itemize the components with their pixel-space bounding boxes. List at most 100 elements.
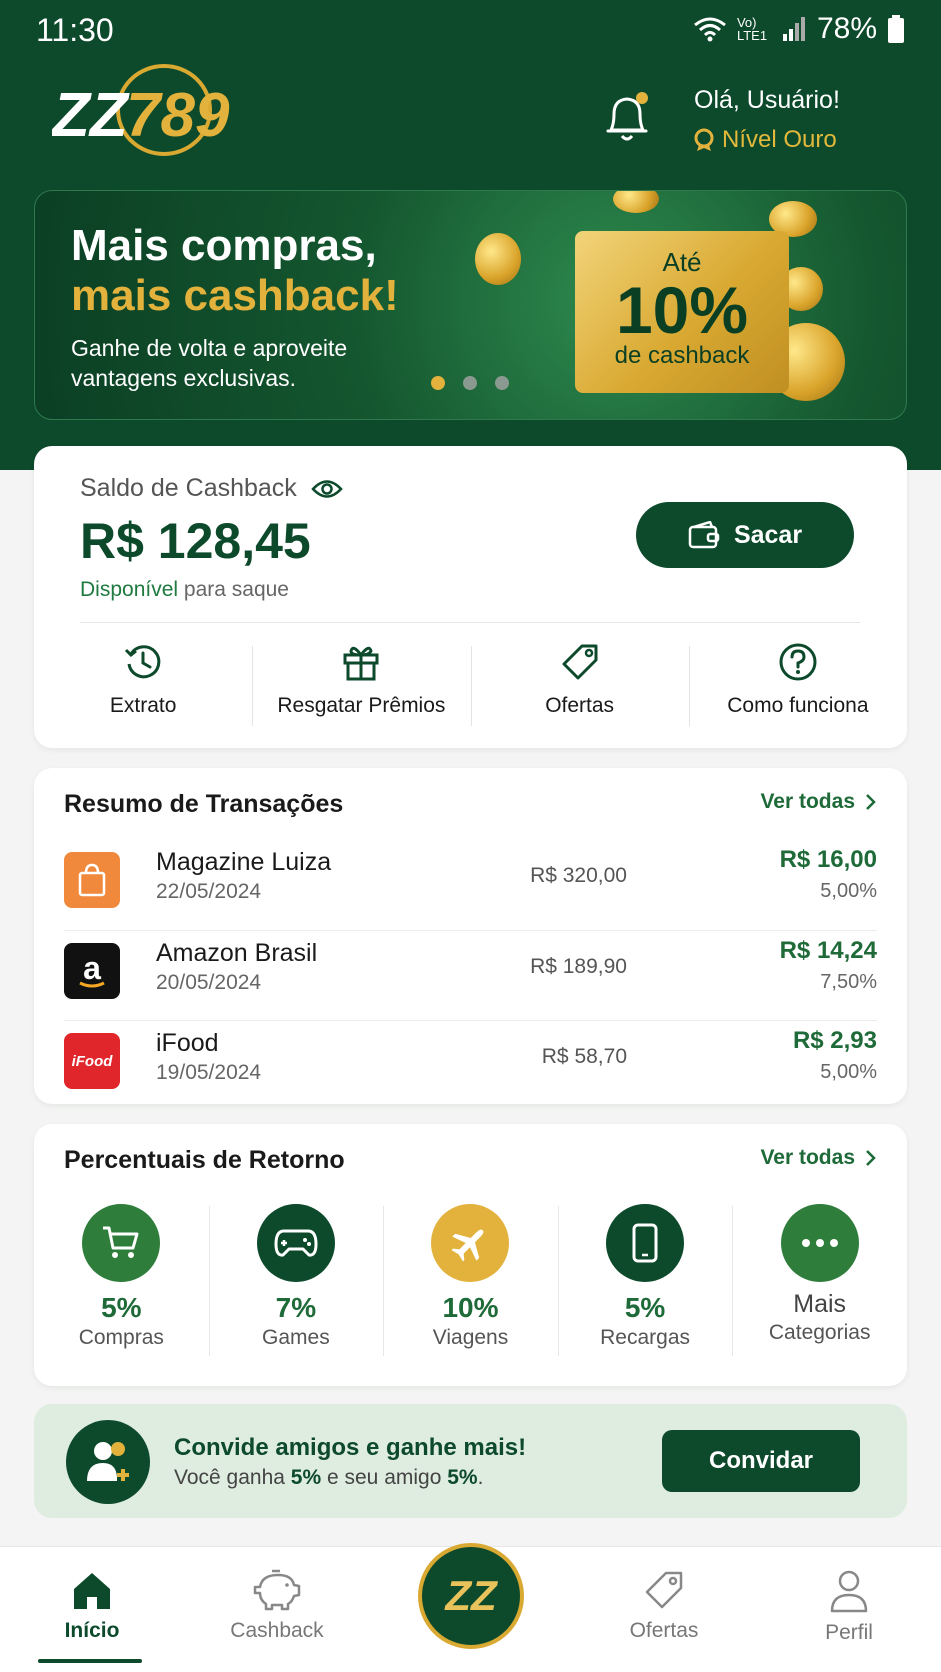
quick-actions: Extrato Resgatar Prêmios Ofertas Como fu… [34, 642, 907, 742]
category-icon-bg [256, 1204, 335, 1282]
gift-icon [343, 646, 379, 681]
transaction-merchant: Amazon Brasil [156, 939, 318, 967]
balance-label-row: Saldo de Cashback [80, 474, 343, 503]
banner-dot-2[interactable] [463, 376, 477, 390]
category-viagens[interactable]: 10% Viagens [383, 1204, 558, 1374]
nav-profile[interactable]: Perfil [769, 1569, 929, 1645]
category-more[interactable]: Mais Categorias [732, 1204, 907, 1374]
category-percent: 7% [275, 1292, 317, 1323]
category-recargas[interactable]: 5% Recargas [557, 1204, 733, 1374]
category-label: Games [262, 1326, 330, 1349]
transaction-cashback: R$ 14,24 [779, 937, 877, 964]
invite-friend-percent: 5% [447, 1466, 478, 1489]
user-icon [830, 1570, 868, 1613]
transactions-see-all[interactable]: Ver todas [760, 790, 877, 814]
transaction-row[interactable]: a Amazon Brasil 20/05/2024 R$ 189,90 R$ … [64, 930, 877, 1020]
user-level: Nível Ouro [694, 126, 837, 154]
available-word: Disponível [80, 578, 179, 601]
history-icon [125, 645, 161, 679]
returns-title: Percentuais de Retorno [64, 1146, 345, 1174]
nav-active-indicator [38, 1659, 142, 1663]
nav-label: Perfil [825, 1621, 873, 1644]
transaction-cashback: R$ 16,00 [779, 846, 877, 873]
transaction-percent: 5,00% [820, 1061, 877, 1083]
amazon-logo: a [64, 943, 120, 999]
transaction-row[interactable]: iFood iFood 19/05/2024 R$ 58,70 R$ 2,93 … [64, 1020, 877, 1110]
notification-bell-icon[interactable] [602, 90, 652, 146]
action-offers[interactable]: Ofertas [470, 642, 689, 742]
help-icon [779, 643, 817, 681]
chevron-right-icon [866, 794, 876, 810]
signal-icon [782, 17, 805, 41]
badge-bottom-text: de cashback [614, 342, 750, 369]
category-icon-bg [82, 1204, 161, 1282]
divider [80, 622, 860, 623]
withdraw-label: Sacar [733, 520, 803, 549]
nav-home[interactable]: Início [12, 1569, 172, 1643]
amazon-icon: a [79, 951, 105, 988]
category-icon-bg [431, 1204, 510, 1282]
category-games[interactable]: 7% Games [208, 1204, 384, 1374]
battery-icon [888, 15, 904, 43]
return-categories: 5% Compras 7% Games 10% Viagens 5% Recar… [34, 1204, 907, 1374]
category-label: Compras [78, 1326, 164, 1349]
ifood-logo: iFood [64, 1033, 120, 1089]
transaction-date: 20/05/2024 [156, 971, 262, 994]
transaction-percent: 5,00% [820, 880, 877, 902]
home-icon [74, 1573, 110, 1609]
returns-card: Percentuais de Retorno Ver todas 5% Comp… [34, 1124, 907, 1386]
invite-title: Convide amigos e ganhe mais! [174, 1434, 527, 1461]
zz789-logo: ZZ 789 [52, 64, 230, 156]
banner-dot-1[interactable] [431, 376, 445, 390]
action-extrato[interactable]: Extrato [34, 642, 252, 742]
transaction-date: 22/05/2024 [156, 880, 262, 903]
shopping-bag-icon [78, 863, 106, 897]
wifi-icon [694, 17, 726, 42]
invite-friends-icon [87, 1442, 129, 1481]
category-percent: 10% [442, 1292, 499, 1323]
piggy-bank-icon [253, 1569, 301, 1611]
balance-card: Saldo de Cashback R$ 128,45 Disponível p… [34, 446, 907, 748]
invite-icon-bg [66, 1420, 150, 1504]
action-redeem-prizes[interactable]: Resgatar Prêmios [252, 642, 470, 742]
balance-label: Saldo de Cashback [80, 474, 297, 502]
banner-dot-3[interactable] [495, 376, 509, 390]
coin-decoration [475, 233, 521, 285]
eye-icon[interactable] [311, 478, 343, 500]
battery-percent: 78% [816, 12, 877, 45]
nav-center-zz-button[interactable]: ZZ [418, 1543, 524, 1649]
category-compras[interactable]: 5% Compras [34, 1204, 209, 1374]
cart-icon [103, 1226, 139, 1258]
status-icons: Vo) LTE1 78% [693, 12, 905, 46]
transaction-amount: R$ 189,90 [530, 955, 627, 978]
category-label: Viagens [432, 1326, 509, 1349]
wallet-icon [688, 521, 720, 549]
banner-subtitle: Ganhe de volta e aproveite vantagens exc… [71, 335, 348, 391]
invite-button[interactable]: Convidar [662, 1430, 860, 1492]
magazine-luiza-logo [64, 852, 120, 908]
invite-you-percent: 5% [290, 1466, 322, 1489]
action-how-it-works[interactable]: Como funciona [688, 642, 907, 742]
nav-cashback[interactable]: Cashback [197, 1569, 357, 1643]
banner-title-line2: mais cashback! [71, 271, 399, 320]
transaction-row[interactable]: Magazine Luiza 22/05/2024 R$ 320,00 R$ 1… [64, 840, 877, 930]
returns-see-all[interactable]: Ver todas [760, 1146, 877, 1170]
action-label: Ofertas [545, 694, 615, 717]
chevron-right-icon [866, 1150, 876, 1166]
coin-decoration [613, 191, 659, 213]
nav-offers[interactable]: Ofertas [584, 1569, 744, 1643]
invite-sub-suffix: . [477, 1466, 484, 1489]
nav-label: Ofertas [629, 1619, 699, 1642]
promo-banner[interactable]: Mais compras, mais cashback! Ganhe de vo… [34, 190, 907, 420]
invite-banner: Convide amigos e ganhe mais! Você ganha … [34, 1404, 907, 1518]
user-greeting: Olá, Usuário! [694, 86, 840, 114]
action-label: Como funciona [727, 694, 869, 717]
withdraw-button[interactable]: Sacar [636, 502, 854, 568]
tag-icon [645, 1571, 683, 1609]
invite-sub-mid: e seu amigo [326, 1466, 442, 1489]
transaction-merchant: Magazine Luiza [156, 848, 332, 876]
svg-text:a: a [83, 951, 101, 986]
medal-icon [694, 128, 714, 151]
banner-pagination [431, 376, 509, 390]
transaction-amount: R$ 58,70 [541, 1045, 627, 1068]
